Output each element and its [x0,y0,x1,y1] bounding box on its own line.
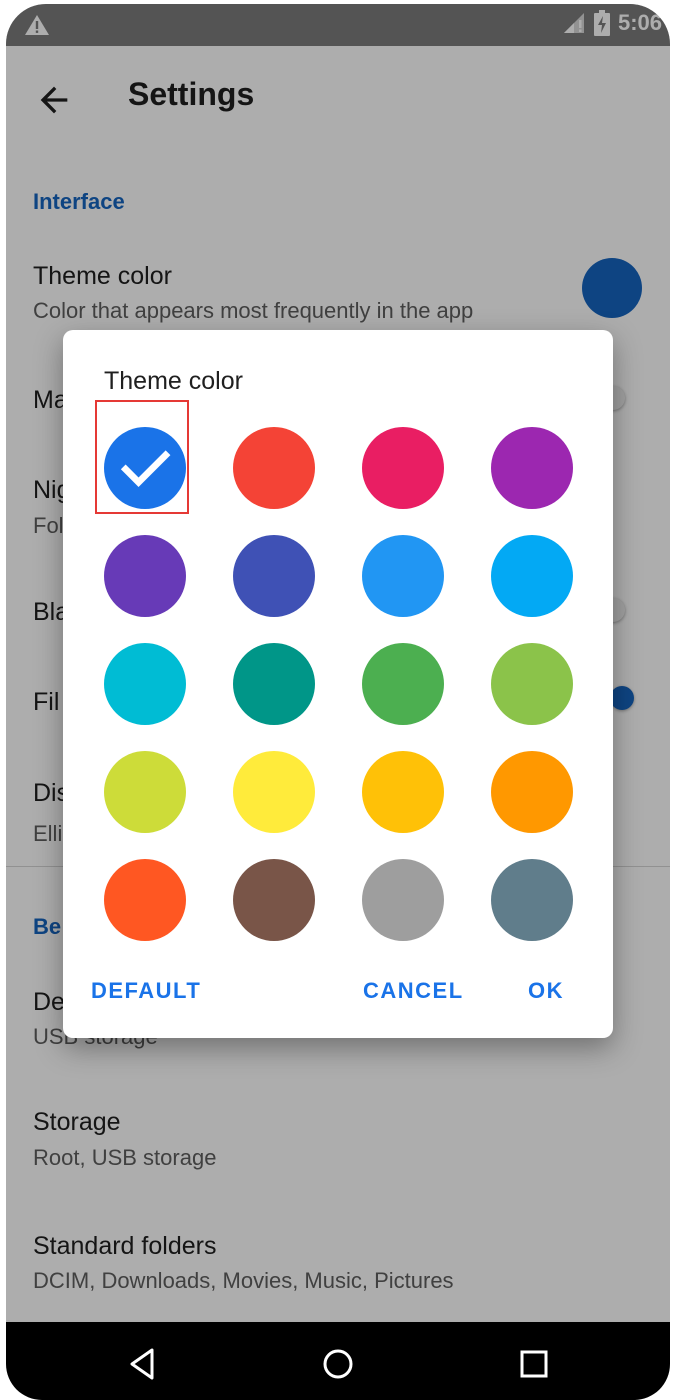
color-swatch[interactable] [104,643,186,725]
color-swatch[interactable] [362,427,444,509]
color-swatch[interactable] [233,643,315,725]
navigation-bar [6,1322,670,1400]
theme-color-dialog: Theme color DEFAULT CANCEL OK [63,330,613,1038]
color-swatch[interactable] [491,643,573,725]
color-swatch[interactable] [491,751,573,833]
cancel-button[interactable]: CANCEL [363,978,464,1004]
color-swatch[interactable] [233,751,315,833]
ok-button[interactable]: OK [528,978,564,1004]
device-screen: Settings Interface Theme color Color tha… [6,4,670,1400]
color-swatch[interactable] [104,751,186,833]
color-swatch[interactable] [362,859,444,941]
color-swatch[interactable] [233,535,315,617]
color-swatch[interactable] [362,535,444,617]
color-swatch[interactable] [362,751,444,833]
color-swatch[interactable] [104,859,186,941]
default-button[interactable]: DEFAULT [91,978,201,1004]
color-swatch[interactable] [362,643,444,725]
color-swatch[interactable] [491,535,573,617]
color-swatch[interactable] [233,859,315,941]
color-swatch[interactable] [233,427,315,509]
color-swatch[interactable] [104,535,186,617]
dialog-title: Theme color [104,367,243,395]
back-triangle-icon[interactable] [122,1344,162,1384]
color-swatch[interactable] [491,427,573,509]
selection-highlight-box [95,400,189,514]
home-circle-icon[interactable] [318,1344,358,1384]
color-swatch[interactable] [491,859,573,941]
recents-square-icon[interactable] [514,1344,554,1384]
